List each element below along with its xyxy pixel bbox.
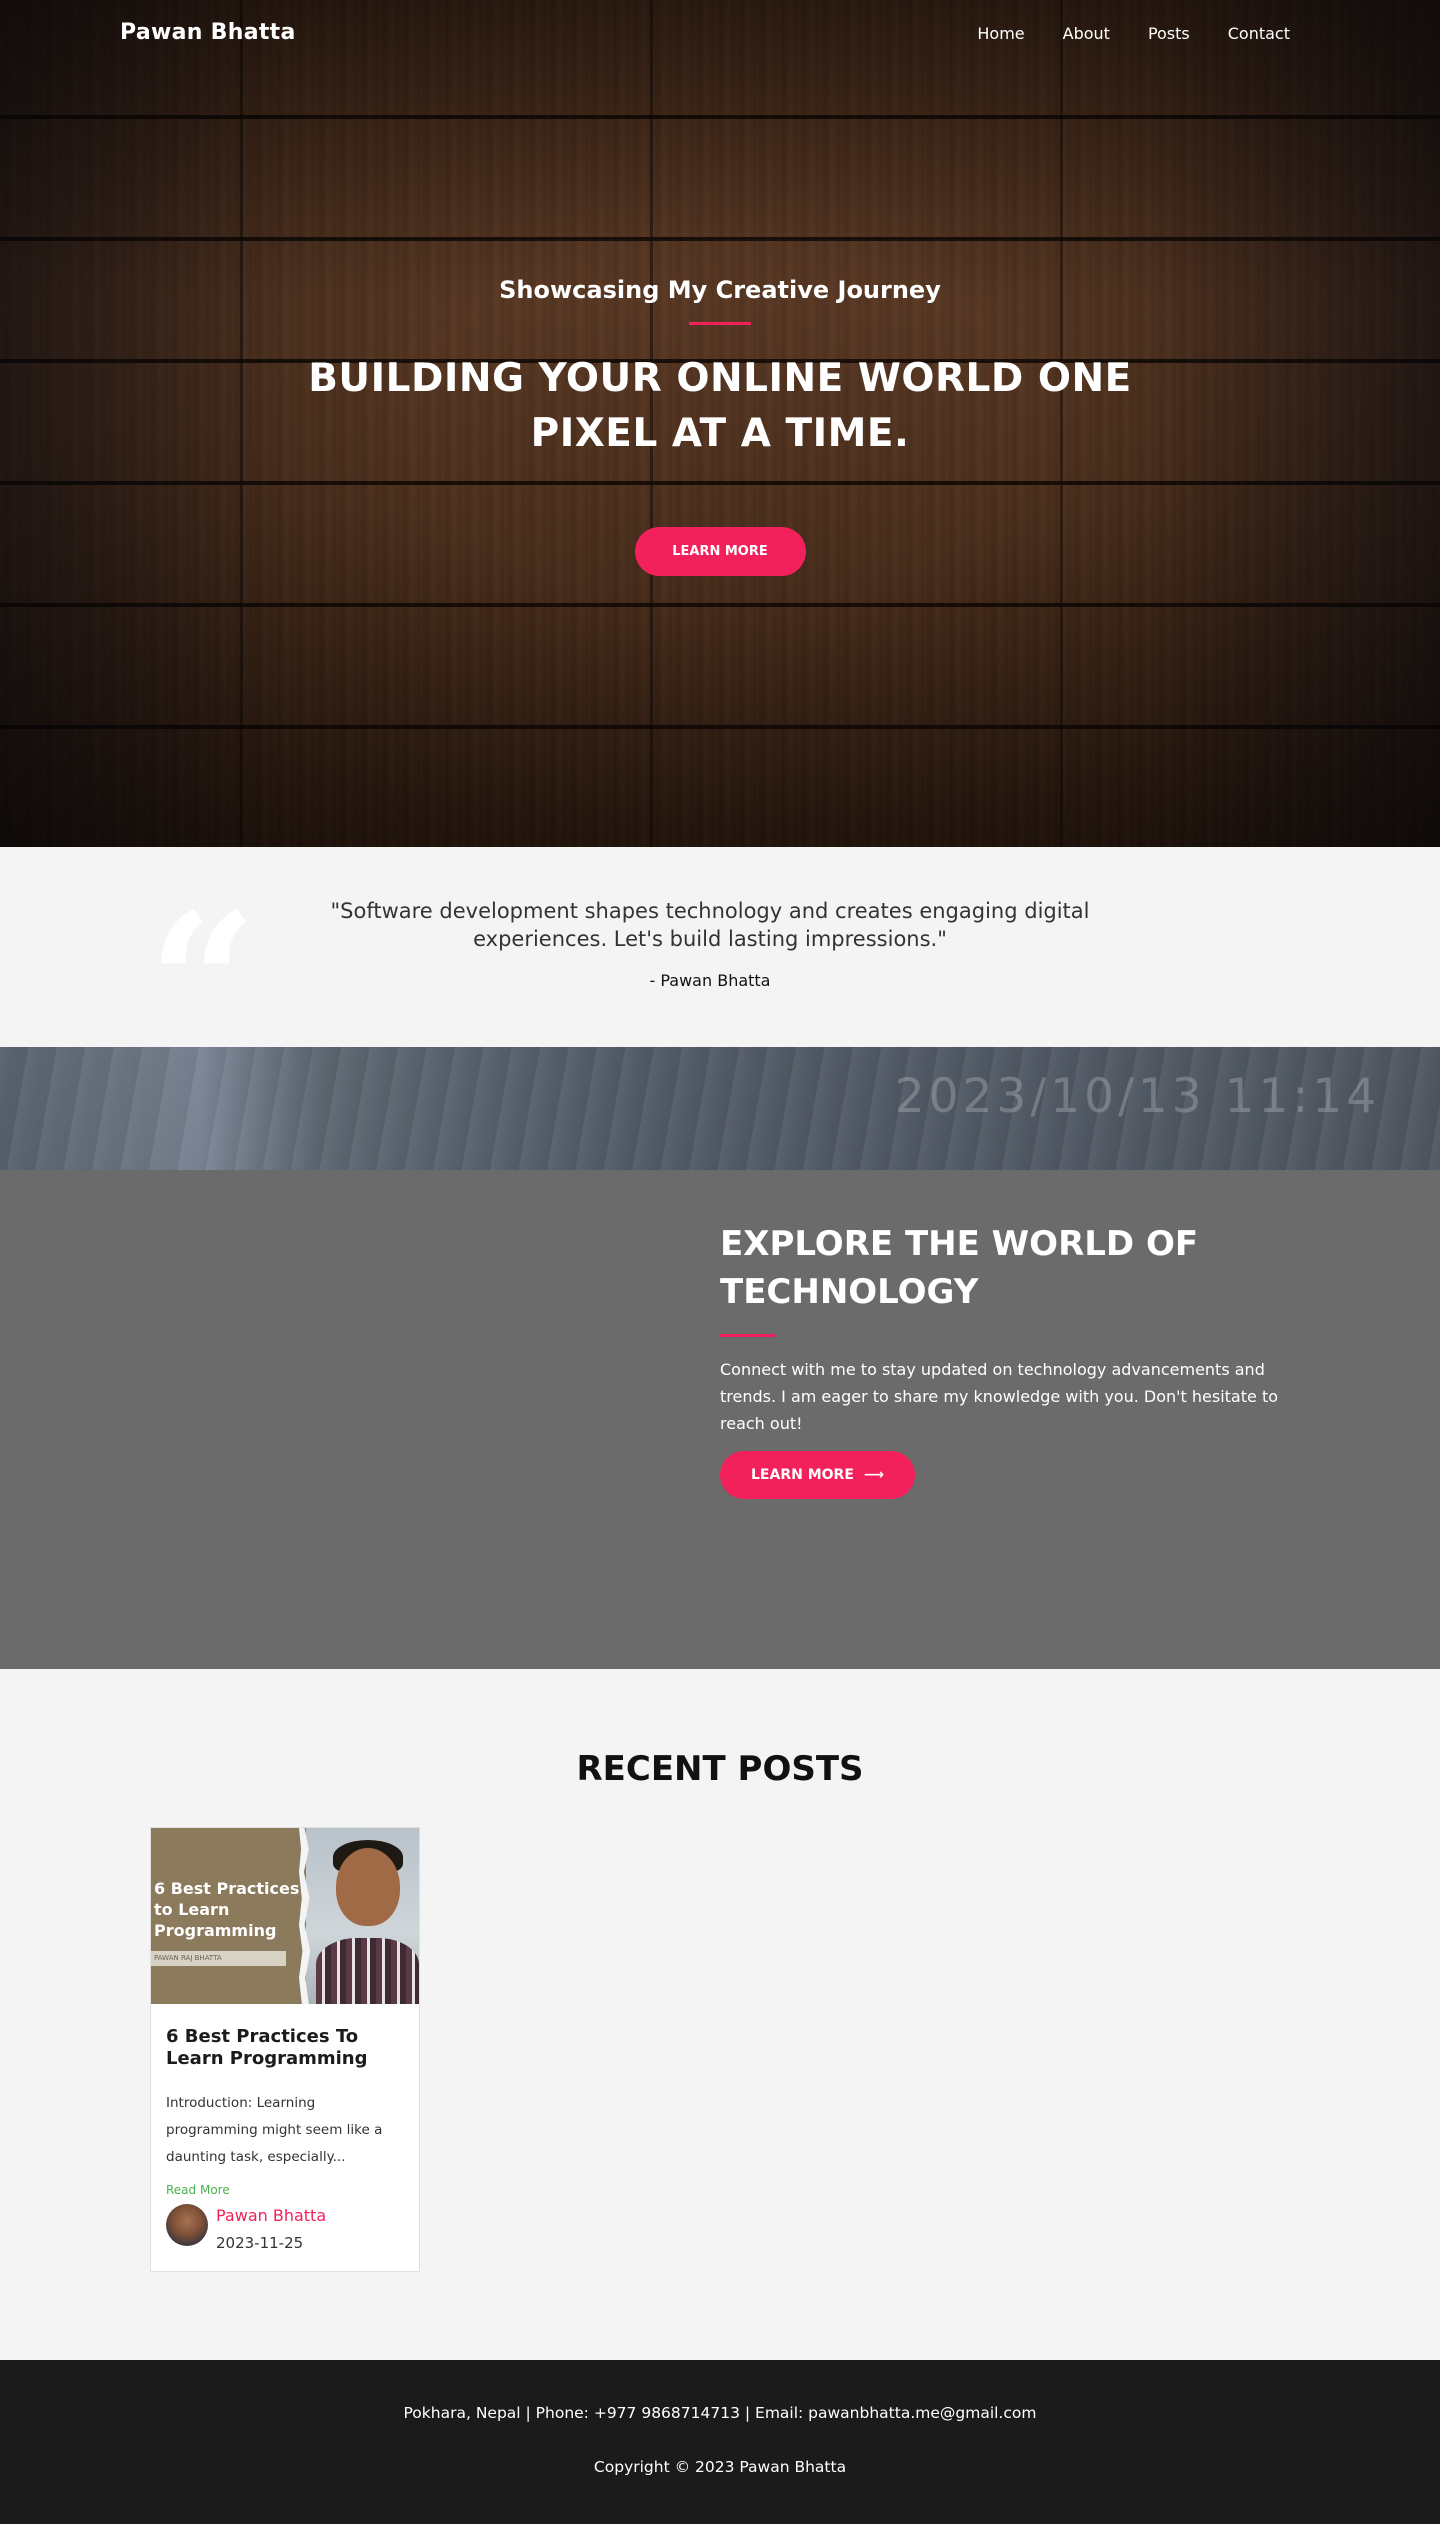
post-thumbnail[interactable]: 6 Best Practices to Learn Programming PA… — [151, 1828, 419, 2004]
nav-links: Home About Posts Contact — [977, 24, 1290, 43]
explore-divider — [720, 1334, 776, 1337]
post-date: 2023-11-25 — [216, 2234, 304, 2252]
explore-text: Connect with me to stay updated on techn… — [720, 1360, 1278, 1433]
explore-title: EXPLORE THE WORLD OF TECHNOLOGY — [720, 1224, 1199, 1312]
explore-button-label: LEARN MORE — [751, 1467, 854, 1483]
nav-link-home[interactable]: Home — [977, 24, 1024, 43]
arrow-right-icon: ⟶ — [863, 1467, 884, 1483]
post-excerpt: Introduction: Learning programming might… — [166, 2095, 383, 2165]
recent-posts-section: RECENT POSTS 6 Best Practices to Learn P… — [0, 1669, 1440, 2360]
hero-divider — [689, 322, 751, 325]
footer-copyright: Copyright © 2023 Pawan Bhatta — [593, 2458, 847, 2476]
quote-author: - Pawan Bhatta — [649, 971, 771, 990]
footer-contact-info: Pokhara, Nepal | Phone: +977 9868714713 … — [403, 2404, 1037, 2422]
thumbnail-person-shirt — [316, 1938, 419, 2004]
author-avatar — [166, 2204, 208, 2246]
date-banner: 2023/10/13 11:14 — [0, 1047, 1440, 1170]
thumbnail-person-face — [336, 1848, 400, 1926]
quote-text: "Software development shapes technology … — [330, 899, 1090, 951]
post-author[interactable]: Pawan Bhatta — [216, 2206, 326, 2225]
post-card[interactable]: 6 Best Practices to Learn Programming PA… — [150, 1827, 420, 2272]
site-brand[interactable]: Pawan Bhatta — [120, 20, 296, 45]
nav-link-contact[interactable]: Contact — [1228, 24, 1290, 43]
hero-learn-more-button[interactable]: LEARN MORE — [634, 527, 806, 576]
post-title[interactable]: 6 Best Practices To Learn Programming — [166, 2026, 406, 2070]
recent-posts-heading: RECENT POSTS — [576, 1749, 864, 1789]
nav-link-posts[interactable]: Posts — [1148, 24, 1190, 43]
thumbnail-title-text: 6 Best Practices to Learn Programming — [154, 1879, 300, 1940]
hero-title: BUILDING YOUR ONLINE WORLD ONE PIXEL AT … — [308, 356, 1132, 456]
quote-section: “ "Software development shapes technolog… — [0, 847, 1440, 1079]
site-footer: Pokhara, Nepal | Phone: +977 9868714713 … — [0, 2360, 1440, 2524]
explore-learn-more-button[interactable]: LEARN MORE ⟶ — [720, 1451, 915, 1499]
thumbnail-byline: PAWAN RAJ BHATTA — [151, 1951, 286, 1966]
explore-section: EXPLORE THE WORLD OF TECHNOLOGY Connect … — [0, 1170, 1440, 1669]
datetime-display: 2023/10/13 11:14 — [894, 1069, 1380, 1124]
hero-section: Pawan Bhatta Home About Posts Contact Sh… — [0, 0, 1440, 847]
read-more-link[interactable]: Read More — [166, 2183, 230, 2197]
hero-content: Showcasing My Creative Journey BUILDING … — [0, 276, 1440, 576]
top-navbar: Pawan Bhatta Home About Posts Contact — [0, 0, 1440, 70]
nav-link-about[interactable]: About — [1063, 24, 1110, 43]
hero-subtitle: Showcasing My Creative Journey — [499, 276, 941, 304]
